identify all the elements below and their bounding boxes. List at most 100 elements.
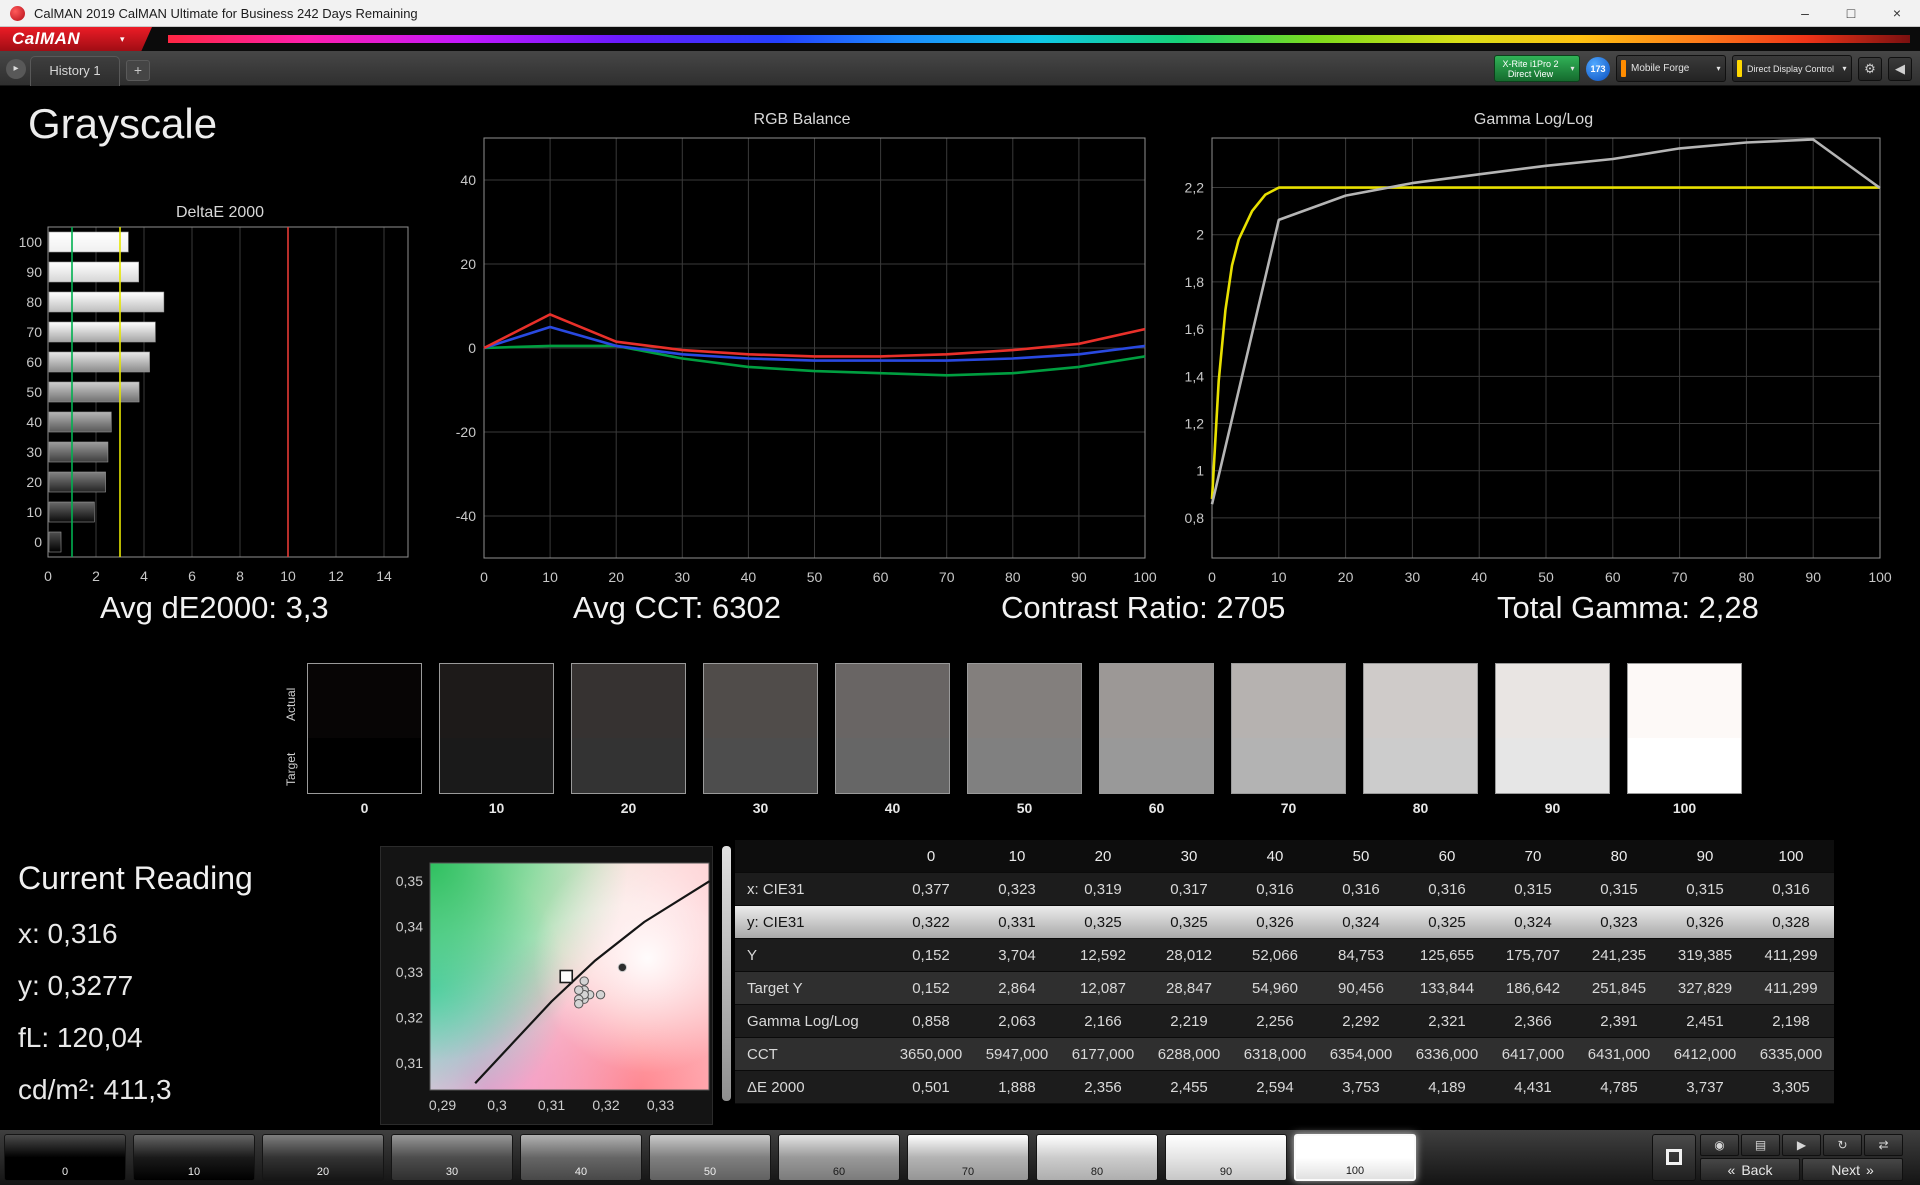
nav-expand-icon[interactable]: ▸: [6, 59, 26, 79]
svg-text:100: 100: [1133, 569, 1157, 585]
brand-bar: CalMAN ▾: [0, 27, 1920, 51]
source-select-button[interactable]: Mobile Forge ▾: [1616, 55, 1726, 82]
table-cell: 4,189: [1428, 1079, 1466, 1096]
table-row-y-cie31[interactable]: y: CIE31 0,322 0,331 0,325 0,325 0,326 0,324 0,…: [735, 906, 1834, 939]
back-button[interactable]: « Back: [1700, 1158, 1800, 1181]
stop-button[interactable]: [1652, 1134, 1696, 1181]
level-button-60[interactable]: 60: [778, 1134, 900, 1181]
gamma-chart-title: Gamma Log/Log: [1473, 111, 1594, 128]
table-cell: 2,455: [1170, 1079, 1208, 1096]
level-button-label: 40: [574, 1166, 588, 1178]
table-row-x-cie31[interactable]: x: CIE31 0,377 0,323 0,319 0,317 0,316 0,316 0,…: [735, 873, 1834, 906]
table-row-y[interactable]: Y 0,152 3,704 12,592 28,012 52,066 84,753 125,6…: [735, 939, 1834, 972]
patch-level-label: 30: [752, 800, 769, 816]
patch-target: [1232, 737, 1345, 793]
deltae-bar-20: [48, 471, 106, 493]
table-cell: 251,845: [1591, 980, 1647, 997]
measurement-table: 0 10 20 30 40 50 60 70 80 90 100 x: CIE31 0,377 0,323…: [735, 840, 1834, 1104]
table-header-row: 0 10 20 30 40 50 60 70 80 90 100: [735, 840, 1834, 873]
calman-window: CalMAN 2019 CalMAN Ultimate for Business…: [0, 0, 1920, 1185]
patch-actual: [704, 664, 817, 738]
grayscale-patch-20: [571, 663, 686, 794]
deltae-bar-0: [48, 531, 62, 553]
svg-text:80: 80: [26, 294, 42, 310]
patch-level-label: 60: [1148, 800, 1165, 816]
row-label: CCT: [747, 1046, 778, 1063]
level-button-100[interactable]: 100: [1294, 1134, 1416, 1181]
table-scrollbar[interactable]: [722, 846, 731, 1101]
meter-select-button[interactable]: X-Rite i1Pro 2 Direct View ▾: [1494, 55, 1580, 82]
table-cell: 6288,000: [1157, 1046, 1221, 1063]
refresh-icon[interactable]: ↻: [1823, 1134, 1862, 1156]
svg-text:0,35: 0,35: [396, 873, 423, 889]
grayscale-patch-10: [439, 663, 554, 794]
table-row-cct[interactable]: CCT 3650,000 5947,000 6177,000 6288,000 6318,…: [735, 1038, 1834, 1071]
grayscale-patch-0: [307, 663, 422, 794]
close-button[interactable]: ×: [1874, 0, 1920, 27]
svg-text:80: 80: [1005, 569, 1021, 585]
collapse-panel-icon[interactable]: ◀: [1888, 56, 1912, 81]
level-button-20[interactable]: 20: [262, 1134, 384, 1181]
add-tab-button[interactable]: +: [126, 60, 150, 81]
table-cell: 2,063: [998, 1013, 1036, 1030]
level-button-30[interactable]: 30: [391, 1134, 513, 1181]
level-button-70[interactable]: 70: [907, 1134, 1029, 1181]
svg-text:70: 70: [1672, 569, 1688, 585]
grayscale-patch-80: [1363, 663, 1478, 794]
maximize-button[interactable]: □: [1828, 0, 1874, 27]
play-icon[interactable]: ▶: [1782, 1134, 1821, 1156]
table-cell: 133,844: [1419, 980, 1475, 997]
level-button-label: 100: [1345, 1165, 1365, 1177]
level-button-80[interactable]: 80: [1036, 1134, 1158, 1181]
svg-text:8: 8: [236, 568, 244, 584]
level-button-90[interactable]: 90: [1165, 1134, 1287, 1181]
level-button-label: 90: [1219, 1166, 1233, 1178]
next-button[interactable]: Next »: [1802, 1158, 1903, 1181]
patch-target: [440, 737, 553, 793]
transfer-icon[interactable]: ⇄: [1864, 1134, 1903, 1156]
page-title: Grayscale: [28, 100, 218, 147]
calman-logo[interactable]: CalMAN: [0, 27, 152, 51]
reading-fl: fL: 120,04: [18, 1022, 143, 1053]
logo-menu-arrow-icon[interactable]: ▾: [120, 27, 125, 51]
table-corner: [735, 840, 888, 872]
table-cell: 6431,000: [1587, 1046, 1651, 1063]
tab-history-1[interactable]: History 1: [30, 56, 120, 86]
patch-target: [1364, 737, 1477, 793]
svg-text:20: 20: [1338, 569, 1354, 585]
table-row-target-y[interactable]: Target Y 0,152 2,864 12,087 28,847 54,960 90,4…: [735, 972, 1834, 1005]
svg-text:-20: -20: [456, 424, 476, 440]
reading-x: x: 0,316: [18, 918, 118, 949]
table-cell: 0,316: [1772, 881, 1810, 898]
svg-text:-40: -40: [456, 508, 476, 524]
level-button-label: 30: [445, 1166, 459, 1178]
table-cell: 3,704: [998, 947, 1036, 964]
svg-text:90: 90: [26, 264, 42, 280]
minimize-button[interactable]: –: [1782, 0, 1828, 27]
table-cell: 0,331: [998, 914, 1036, 931]
gear-icon[interactable]: ⚙: [1858, 56, 1882, 81]
svg-text:0: 0: [480, 569, 488, 585]
table-row-gamma-log-log[interactable]: Gamma Log/Log 0,858 2,063 2,166 2,219 2,256 2,…: [735, 1005, 1834, 1038]
svg-text:0,8: 0,8: [1185, 510, 1205, 526]
level-button-50[interactable]: 50: [649, 1134, 771, 1181]
level-button-0[interactable]: 0: [4, 1134, 126, 1181]
print-icon[interactable]: ▤: [1741, 1134, 1780, 1156]
patch-actual: [1232, 664, 1345, 738]
patch-actual: [836, 664, 949, 738]
chevron-down-icon: ▾: [1570, 64, 1575, 73]
table-cell: 4,431: [1514, 1079, 1552, 1096]
display-control-button[interactable]: Direct Display Control ▾: [1732, 55, 1852, 82]
patch-target: [704, 737, 817, 793]
patch-actual: [308, 664, 421, 738]
meter-status-badge[interactable]: 173: [1586, 56, 1610, 81]
level-button-40[interactable]: 40: [520, 1134, 642, 1181]
display-icon[interactable]: ◉: [1700, 1134, 1739, 1156]
level-button-10[interactable]: 10: [133, 1134, 255, 1181]
table-row--e-2000[interactable]: ΔE 2000 0,501 1,888 2,356 2,455 2,594 3,753 4,1…: [735, 1071, 1834, 1104]
svg-text:0,34: 0,34: [396, 919, 423, 935]
svg-text:0: 0: [468, 340, 476, 356]
patch-actual: [440, 664, 553, 738]
table-cell: 6336,000: [1415, 1046, 1479, 1063]
next-chevron-icon: »: [1866, 1161, 1874, 1178]
